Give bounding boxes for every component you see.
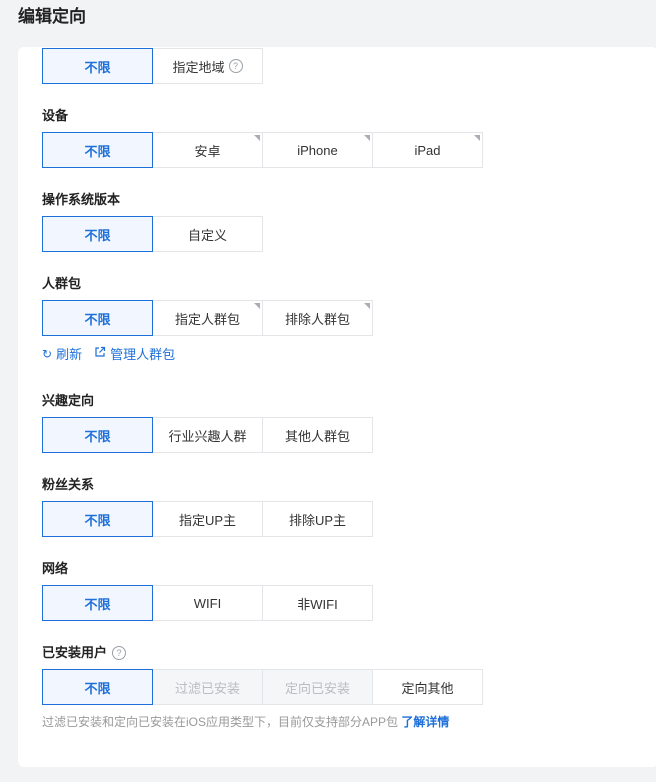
- device-option-android[interactable]: 安卓: [152, 132, 263, 168]
- option-label: 不限: [84, 596, 111, 612]
- network-option-wifi[interactable]: WIFI: [152, 585, 263, 621]
- corner-triangle-icon: [364, 303, 370, 309]
- option-label: 不限: [84, 428, 111, 444]
- device-options: 不限 安卓 iPhone iPad: [42, 132, 483, 168]
- option-label: 不限: [84, 311, 111, 327]
- os-option-unlimited[interactable]: 不限: [42, 216, 153, 252]
- installed-label: 已安装用户 ?: [42, 644, 483, 662]
- option-label: 非WIFI: [297, 596, 338, 612]
- installed-section: 已安装用户 ? 不限 过滤已安装 定向已安装 定向其他 过滤已安装和定向已安装在…: [42, 644, 483, 730]
- os-version-section: 操作系统版本 不限 自定义: [42, 191, 263, 252]
- question-circle-icon[interactable]: ?: [228, 59, 243, 73]
- crowd-options: 不限 指定人群包 排除人群包: [42, 300, 373, 336]
- installed-option-unlimited[interactable]: 不限: [42, 669, 153, 705]
- corner-triangle-icon: [254, 135, 260, 141]
- option-label: 排除人群包: [284, 311, 350, 327]
- interest-label: 兴趣定向: [42, 393, 95, 408]
- fans-option-unlimited[interactable]: 不限: [42, 501, 153, 537]
- installed-option-target-installed: 定向已安装: [262, 669, 373, 705]
- interest-option-unlimited[interactable]: 不限: [42, 417, 153, 453]
- installed-option-filter: 过滤已安装: [152, 669, 263, 705]
- interest-option-industry[interactable]: 行业兴趣人群: [152, 417, 263, 453]
- option-label: 行业兴趣人群: [168, 428, 247, 444]
- fans-label: 粉丝关系: [42, 477, 95, 492]
- crowd-label: 人群包: [42, 276, 82, 291]
- option-label: 指定地域: [172, 59, 225, 75]
- option-label: 安卓: [194, 143, 221, 159]
- crowd-option-unlimited[interactable]: 不限: [42, 300, 153, 336]
- option-label: 不限: [84, 680, 111, 696]
- os-version-label: 操作系统版本: [42, 192, 121, 207]
- network-options: 不限 WIFI 非WIFI: [42, 585, 373, 621]
- option-label: 其他人群包: [284, 428, 350, 444]
- interest-section: 兴趣定向 不限 行业兴趣人群 其他人群包: [42, 392, 373, 453]
- crowd-option-exclude[interactable]: 排除人群包: [262, 300, 373, 336]
- option-label: 指定人群包: [174, 311, 240, 327]
- option-label: 定向已安装: [284, 680, 350, 696]
- refresh-link[interactable]: ↻ 刷新: [42, 344, 82, 363]
- crowd-option-include[interactable]: 指定人群包: [152, 300, 263, 336]
- option-label: 过滤已安装: [174, 680, 240, 696]
- option-label: 不限: [84, 143, 111, 159]
- option-label: 不限: [84, 59, 111, 75]
- option-label: 自定义: [187, 227, 227, 243]
- network-label: 网络: [42, 561, 69, 576]
- refresh-label: 刷新: [56, 347, 83, 362]
- device-section: 设备 不限 安卓 iPhone iPad: [42, 107, 483, 168]
- manage-crowd-link[interactable]: 管理人群包: [94, 344, 175, 363]
- network-section: 网络 不限 WIFI 非WIFI: [42, 560, 373, 621]
- region-option-specified[interactable]: 指定地域 ?: [152, 48, 263, 84]
- page-title: 编辑定向: [18, 7, 86, 26]
- installed-options: 不限 过滤已安装 定向已安装 定向其他: [42, 669, 483, 705]
- crowd-section: 人群包 不限 指定人群包 排除人群包 ↻ 刷新 管理人群包: [42, 275, 373, 363]
- refresh-icon: ↻: [42, 346, 53, 361]
- note-text: 过滤已安装和定向已安装在iOS应用类型下，目前仅支持部分APP包: [42, 715, 399, 729]
- device-option-unlimited[interactable]: 不限: [42, 132, 153, 168]
- fans-options: 不限 指定UP主 排除UP主: [42, 501, 373, 537]
- fans-section: 粉丝关系 不限 指定UP主 排除UP主: [42, 476, 373, 537]
- corner-triangle-icon: [474, 135, 480, 141]
- option-label: 定向其他: [401, 680, 454, 696]
- device-label: 设备: [42, 108, 69, 123]
- manage-crowd-label: 管理人群包: [110, 347, 176, 362]
- installed-option-target-other[interactable]: 定向其他: [372, 669, 483, 705]
- question-circle-icon[interactable]: ?: [112, 646, 127, 660]
- installed-note: 过滤已安装和定向已安装在iOS应用类型下，目前仅支持部分APP包 了解详情: [42, 713, 483, 730]
- option-label: iPad: [414, 142, 441, 158]
- targeting-form-card: 不限 指定地域 ? 设备 不限 安卓 iPhone iPad 操作系统版本 不限…: [18, 47, 656, 767]
- fans-option-exclude-up[interactable]: 排除UP主: [262, 501, 373, 537]
- crowd-links: ↻ 刷新 管理人群包: [42, 344, 373, 363]
- region-section: 不限 指定地域 ?: [42, 48, 263, 84]
- region-options: 不限 指定地域 ?: [42, 48, 263, 84]
- fans-option-include-up[interactable]: 指定UP主: [152, 501, 263, 537]
- option-label: WIFI: [193, 595, 222, 611]
- corner-triangle-icon: [254, 303, 260, 309]
- network-option-unlimited[interactable]: 不限: [42, 585, 153, 621]
- external-link-icon: [94, 346, 106, 361]
- network-option-non-wifi[interactable]: 非WIFI: [262, 585, 373, 621]
- option-label: 排除UP主: [288, 512, 347, 528]
- device-option-iphone[interactable]: iPhone: [262, 132, 373, 168]
- option-label: 不限: [84, 227, 111, 243]
- learn-more-link[interactable]: 了解详情: [401, 715, 449, 729]
- device-option-ipad[interactable]: iPad: [372, 132, 483, 168]
- option-label: 不限: [84, 512, 111, 528]
- corner-triangle-icon: [364, 135, 370, 141]
- option-label: iPhone: [297, 142, 338, 158]
- interest-option-other[interactable]: 其他人群包: [262, 417, 373, 453]
- os-option-custom[interactable]: 自定义: [152, 216, 263, 252]
- option-label: 指定UP主: [178, 512, 237, 528]
- region-option-unlimited[interactable]: 不限: [42, 48, 153, 84]
- os-version-options: 不限 自定义: [42, 216, 263, 252]
- interest-options: 不限 行业兴趣人群 其他人群包: [42, 417, 373, 453]
